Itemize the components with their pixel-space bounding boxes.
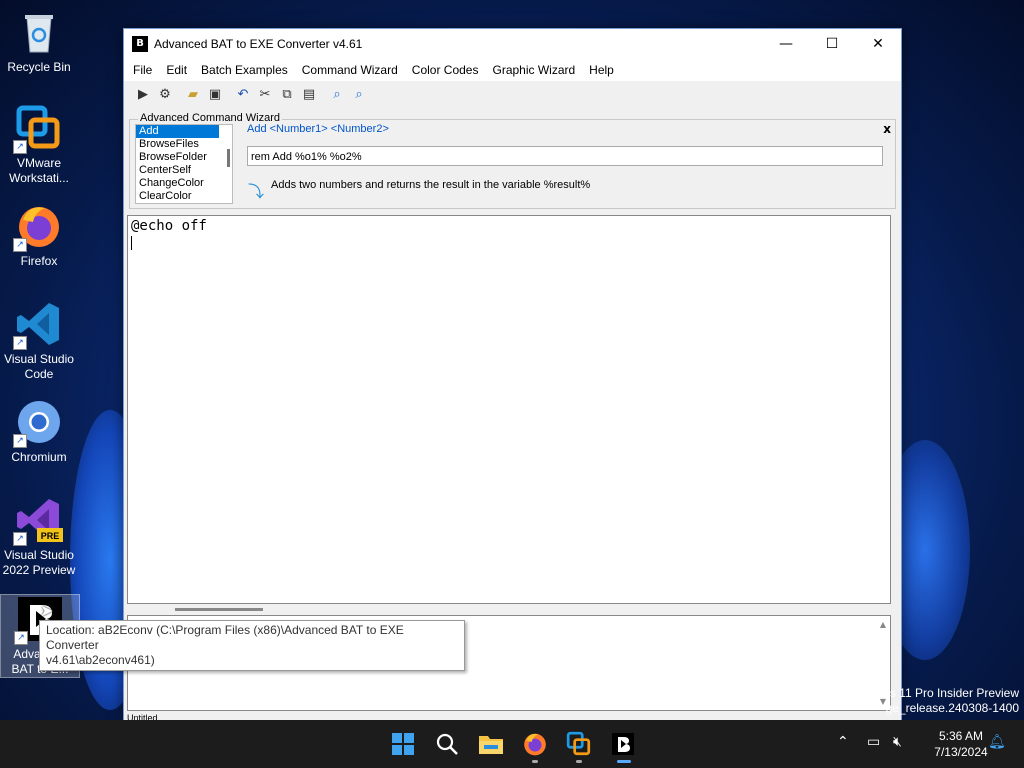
search-icon[interactable] [433, 730, 461, 758]
save-icon[interactable]: ▣ [204, 84, 226, 104]
desktop-icon-label: Visual Studio Code [4, 352, 74, 381]
command-list[interactable]: Add BrowseFiles BrowseFolder CenterSelf … [135, 124, 233, 204]
tooltip-line: Location: aB2Econv (C:\Program Files (x8… [46, 623, 404, 652]
recycle-bin-icon [15, 8, 63, 56]
vmware-taskbar-icon[interactable] [565, 730, 593, 758]
desktop-icon-firefox[interactable]: ↗ Firefox [0, 202, 78, 269]
menu-batch-examples[interactable]: Batch Examples [194, 63, 295, 77]
command-item[interactable]: CenterSelf [136, 164, 219, 177]
firefox-icon: ↗ [13, 202, 63, 252]
title-bar[interactable]: B Advanced BAT to EXE Converter v4.61 — … [124, 29, 901, 59]
vscode-icon: ↗ [13, 300, 63, 350]
paste-icon[interactable]: ▤ [298, 84, 320, 104]
desktop-icon-label: Recycle Bin [7, 60, 71, 74]
window-title: Advanced BAT to EXE Converter v4.61 [154, 37, 363, 51]
active-indicator [617, 760, 631, 763]
wizard-close-button[interactable]: x [883, 122, 891, 136]
chevron-up-icon[interactable]: ⌃ [837, 734, 849, 750]
command-item[interactable]: ChangeColor [136, 177, 219, 190]
running-indicator [532, 760, 538, 763]
compile-icon[interactable]: ⚙ [154, 84, 176, 104]
command-item[interactable]: BrowseFolder [136, 151, 219, 164]
command-input[interactable]: rem Add %o1% %o2% [247, 146, 883, 166]
zoom-in-icon[interactable]: ⌕ [326, 84, 348, 104]
speaker-muted-icon[interactable]: 🔇︎ [893, 734, 902, 750]
desktop-icon-vscode[interactable]: ↗ Visual Studio Code [0, 300, 78, 382]
bat-to-exe-taskbar-icon[interactable] [609, 730, 637, 758]
running-indicator [576, 760, 582, 763]
run-icon[interactable]: ▶ [132, 84, 154, 104]
editor-content[interactable]: @echo off [131, 218, 207, 234]
pre-badge: PRE [40, 531, 60, 541]
open-icon[interactable]: ▰ [182, 84, 204, 104]
desktop-icon-visual-studio-preview[interactable]: ↗ PRE Visual Studio 2022 Preview [0, 496, 78, 578]
os-watermark: s 11 Pro Insider Preview ge_release.2403… [886, 686, 1019, 716]
chromium-icon: ↗ [13, 398, 63, 448]
menu-color-codes[interactable]: Color Codes [405, 63, 486, 77]
command-list-scrollbar[interactable] [227, 149, 230, 167]
menu-file[interactable]: File [126, 63, 159, 77]
shortcut-arrow-icon: ↗ [13, 434, 27, 448]
shortcut-arrow-icon: ↗ [14, 631, 28, 645]
taskbar: ⌃ ▭ 🔇︎ 5:36 AM 7/13/2024 🔔︎ [0, 720, 1024, 768]
toolbar: ▶ ⚙ ▰ ▣ ↶ ✂ ⧉ ▤ ⌕ ⌕ [124, 81, 901, 107]
minimize-button[interactable]: — [763, 29, 809, 59]
command-item[interactable]: ClearColor [136, 190, 219, 203]
desktop-icon-label: Chromium [11, 450, 67, 464]
command-wizard-panel: Advanced Command Wizard x Add BrowseFile… [129, 112, 896, 209]
zoom-out-icon[interactable]: ⌕ [348, 84, 370, 104]
text-caret [131, 236, 132, 250]
firefox-taskbar-icon[interactable] [521, 730, 549, 758]
scrollbar-thumb[interactable] [175, 608, 263, 611]
vmware-icon: ↗ [13, 104, 63, 154]
cut-icon[interactable]: ✂ [254, 84, 276, 104]
desktop-icon-label: Firefox [20, 254, 58, 268]
menu-graphic-wizard[interactable]: Graphic Wizard [485, 63, 582, 77]
notification-bell-icon[interactable]: 🔔︎ [988, 734, 1006, 750]
shortcut-arrow-icon: ↗ [13, 532, 27, 546]
desktop-icon-label: VMware Workstati... [9, 156, 69, 185]
command-item[interactable]: BrowseFiles [136, 138, 219, 151]
command-item[interactable]: Add [136, 125, 219, 138]
menu-bar: File Edit Batch Examples Command Wizard … [124, 59, 901, 81]
file-explorer-icon[interactable] [477, 730, 505, 758]
shortcut-tooltip: Location: aB2Econv (C:\Program Files (x8… [39, 620, 465, 671]
copy-icon[interactable]: ⧉ [276, 84, 298, 104]
desktop-icon-recycle-bin[interactable]: Recycle Bin [0, 8, 78, 75]
desktop-icon-vmware[interactable]: ↗ VMware Workstati... [0, 104, 78, 186]
close-button[interactable]: ✕ [855, 29, 901, 59]
maximize-button[interactable]: ☐ [809, 29, 855, 59]
visual-studio-icon: ↗ PRE [13, 496, 63, 546]
command-syntax: Add <Number1> <Number2> [247, 123, 389, 135]
start-button[interactable] [389, 730, 417, 758]
shortcut-arrow-icon: ↗ [13, 140, 27, 154]
insert-arrow-icon[interactable]: ⤵ [248, 178, 264, 202]
app-logo-icon: B [132, 36, 148, 52]
desktop-icon-label: Visual Studio 2022 Preview [2, 548, 76, 577]
menu-help[interactable]: Help [582, 63, 621, 77]
watermark-line: ge_release.240308-1400 [885, 701, 1019, 715]
desktop-icon-chromium[interactable]: ↗ Chromium [0, 398, 78, 465]
app-window: B Advanced BAT to EXE Converter v4.61 — … [123, 28, 902, 723]
shortcut-arrow-icon: ↗ [13, 238, 27, 252]
windows-logo-icon [392, 733, 414, 755]
undo-icon[interactable]: ↶ [232, 84, 254, 104]
menu-command-wizard[interactable]: Command Wizard [295, 63, 405, 77]
script-editor[interactable]: @echo off [127, 215, 891, 604]
scroll-up-icon[interactable]: ▲ [880, 620, 886, 629]
menu-edit[interactable]: Edit [159, 63, 194, 77]
mouse-cursor-icon: ➤ [40, 601, 54, 620]
shortcut-arrow-icon: ↗ [13, 336, 27, 350]
network-icon[interactable]: ▭ [867, 734, 880, 750]
tooltip-line: v4.61\ab2econv461) [46, 653, 155, 667]
command-description: Adds two numbers and returns the result … [271, 179, 591, 191]
watermark-line: s 11 Pro Insider Preview [889, 686, 1019, 700]
